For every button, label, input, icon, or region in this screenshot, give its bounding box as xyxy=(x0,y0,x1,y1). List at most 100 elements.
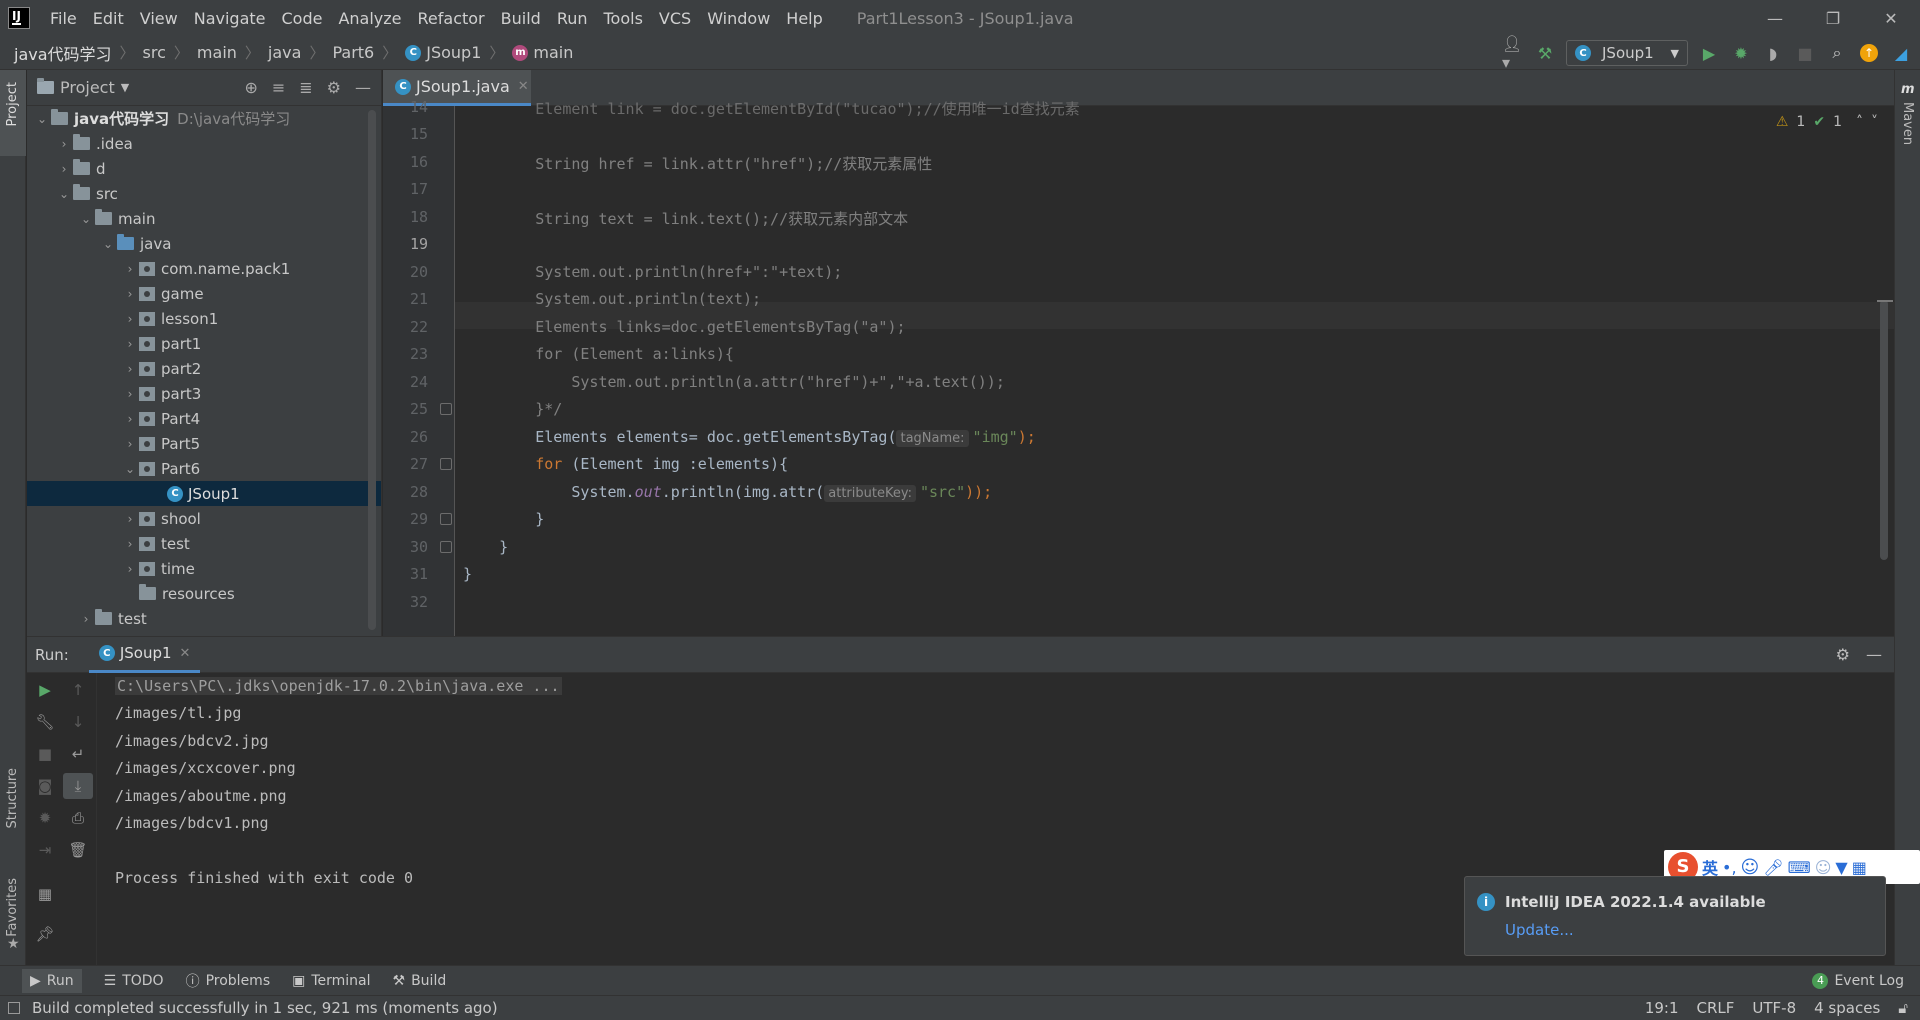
breadcrumb-method[interactable]: main xyxy=(533,43,573,62)
arrow-up-icon[interactable]: ↑ xyxy=(67,679,89,701)
breadcrumb-part6[interactable]: Part6 xyxy=(332,43,374,62)
chevron-right-icon[interactable]: › xyxy=(121,437,139,451)
code-line-27[interactable]: for (Element img :elements){ xyxy=(463,455,788,473)
wrench-icon[interactable]: 🔧︎ xyxy=(34,711,56,733)
expand-all-icon[interactable]: ≡ xyxy=(272,78,285,97)
code-line-30[interactable]: } xyxy=(463,538,508,556)
search-icon[interactable]: ⌕ xyxy=(1826,42,1848,64)
menu-view[interactable]: View xyxy=(132,9,186,28)
menu-help[interactable]: Help xyxy=(778,9,830,28)
hide-panel-icon[interactable]: — xyxy=(355,78,371,97)
chevron-right-icon[interactable]: › xyxy=(121,337,139,351)
inspection-widget[interactable]: ⚠ 1 ✔ 1 ˄ ˅ xyxy=(1776,114,1878,130)
locate-target-icon[interactable]: ⊕ xyxy=(244,78,257,97)
print-icon[interactable]: ⎙ xyxy=(67,807,89,829)
arrow-down-icon[interactable]: ↓ xyxy=(67,711,89,733)
menu-edit[interactable]: Edit xyxy=(85,9,132,28)
favorites-side-tab[interactable]: Favorites xyxy=(5,878,20,937)
chevron-right-icon[interactable]: › xyxy=(55,162,73,176)
tree-row-d[interactable]: › d xyxy=(27,156,106,181)
chevron-right-icon[interactable]: › xyxy=(121,312,139,326)
menu-run[interactable]: Run xyxy=(549,9,596,28)
code-line-24[interactable]: System.out.println(a.attr("href")+","+a.… xyxy=(463,373,1005,391)
chevron-up-icon[interactable]: ˄ xyxy=(1856,114,1863,130)
tree-row-src[interactable]: ⌄ src xyxy=(27,181,118,206)
code-line-23[interactable]: for (Element a:links){ xyxy=(463,345,734,363)
exit-icon[interactable]: ⇥ xyxy=(34,839,56,861)
chevron-down-icon[interactable]: ⌄ xyxy=(33,112,51,126)
menu-refactor[interactable]: Refactor xyxy=(410,9,493,28)
tree-row-package[interactable]: › test xyxy=(27,531,190,556)
layout-icon[interactable]: ▦ xyxy=(34,883,56,905)
tree-row-main[interactable]: ⌄ main xyxy=(27,206,155,231)
build-hammer-icon[interactable]: ⚒ xyxy=(1534,42,1556,64)
tree-row-package[interactable]: › game xyxy=(27,281,204,306)
code-line-25[interactable]: }*/ xyxy=(463,400,562,418)
chevron-right-icon[interactable]: › xyxy=(121,537,139,551)
tool-tab-todo[interactable]: ☰ TODO xyxy=(104,973,164,989)
tree-row-package[interactable]: › Part5 xyxy=(27,431,201,456)
coverage-icon[interactable]: ◗ xyxy=(1762,42,1784,64)
run-config-select[interactable]: C JSoup1 ▼ xyxy=(1566,40,1688,66)
microphone-icon[interactable]: 🎤︎ xyxy=(1763,858,1783,877)
tree-row-package[interactable]: › part1 xyxy=(27,331,202,356)
close-icon[interactable]: ✕ xyxy=(180,646,191,661)
lock-icon[interactable]: 🔓︎ xyxy=(1898,999,1908,1017)
restore-button[interactable]: ❐ xyxy=(1804,0,1862,36)
debug-bug-icon[interactable]: ✹ xyxy=(1730,42,1752,64)
fold-marker-icon[interactable] xyxy=(440,458,452,470)
code-line-16[interactable]: String href = link.attr("href");//获取元素属性 xyxy=(463,153,932,174)
camera-icon[interactable]: ◙ xyxy=(34,775,56,797)
tree-row-package[interactable]: › lesson1 xyxy=(27,306,219,331)
editor-scrollbar[interactable] xyxy=(1880,300,1888,560)
hide-panel-icon[interactable]: — xyxy=(1866,645,1882,664)
close-icon[interactable]: ✕ xyxy=(518,79,529,94)
project-scrollbar[interactable] xyxy=(368,110,376,630)
update-icon[interactable]: ↑ xyxy=(1858,42,1880,64)
maven-side-tab[interactable]: Maven xyxy=(1900,102,1915,145)
scroll-to-end-icon[interactable]: ⤓ xyxy=(63,773,93,799)
menu-tools[interactable]: Tools xyxy=(596,9,651,28)
update-link[interactable]: Update... xyxy=(1505,921,1574,939)
tool-tab-run[interactable]: ▶ Run xyxy=(22,968,82,993)
tree-row-idea[interactable]: › .idea xyxy=(27,131,133,156)
tree-row-resources[interactable]: resources xyxy=(27,581,235,606)
tree-row-root[interactable]: ⌄ java代码学习 D:\java代码学习 xyxy=(27,106,290,131)
chevron-down-icon[interactable]: ⌄ xyxy=(99,237,117,251)
code-line-14[interactable]: Element link = doc.getElementById("tucao… xyxy=(463,98,1079,119)
menu-window[interactable]: Window xyxy=(699,9,778,28)
chevron-right-icon[interactable]: › xyxy=(77,612,95,626)
collapse-all-icon[interactable]: ≣ xyxy=(299,78,312,97)
status-panel-icon[interactable] xyxy=(8,1002,20,1014)
menu-navigate[interactable]: Navigate xyxy=(186,9,274,28)
caret-position[interactable]: 19:1 xyxy=(1645,999,1679,1017)
chevron-down-icon[interactable]: ⌄ xyxy=(77,212,95,226)
keyboard-icon[interactable]: ⌨ xyxy=(1788,858,1811,877)
menu-build[interactable]: Build xyxy=(493,9,549,28)
tree-row-package[interactable]: › part3 xyxy=(27,381,202,406)
indent-setting[interactable]: 4 spaces xyxy=(1814,999,1880,1017)
tool-tab-build[interactable]: ⚒ Build xyxy=(393,973,447,989)
fold-marker-icon[interactable] xyxy=(440,403,452,415)
fold-marker-icon[interactable] xyxy=(440,541,452,553)
code-line-29[interactable]: } xyxy=(463,510,544,528)
chevron-down-icon[interactable]: ⌄ xyxy=(121,462,139,476)
tree-row-package[interactable]: › part2 xyxy=(27,356,202,381)
chevron-right-icon[interactable]: › xyxy=(55,137,73,151)
breadcrumb-java[interactable]: java xyxy=(268,43,302,62)
soft-wrap-icon[interactable]: ↵ xyxy=(67,743,89,765)
emoji-icon[interactable]: ☺ xyxy=(1741,857,1760,878)
tool-tab-problems[interactable]: ⓘ Problems xyxy=(186,971,271,991)
tree-row-package[interactable]: › com.name.pack1 xyxy=(27,256,291,281)
project-panel-title[interactable]: Project xyxy=(60,78,115,97)
chevron-right-icon[interactable]: › xyxy=(121,562,139,576)
breadcrumb-main[interactable]: main xyxy=(197,43,237,62)
project-side-tab[interactable]: Project xyxy=(5,82,20,126)
chevron-right-icon[interactable]: › xyxy=(121,412,139,426)
chevron-right-icon[interactable]: › xyxy=(121,362,139,376)
code-line-31[interactable]: } xyxy=(463,565,472,583)
gear-icon[interactable]: ⚙ xyxy=(1836,645,1850,664)
menu-code[interactable]: Code xyxy=(274,9,331,28)
pin-icon[interactable]: 📌︎ xyxy=(34,923,56,945)
chevron-down-icon[interactable]: ▼ xyxy=(121,81,129,94)
